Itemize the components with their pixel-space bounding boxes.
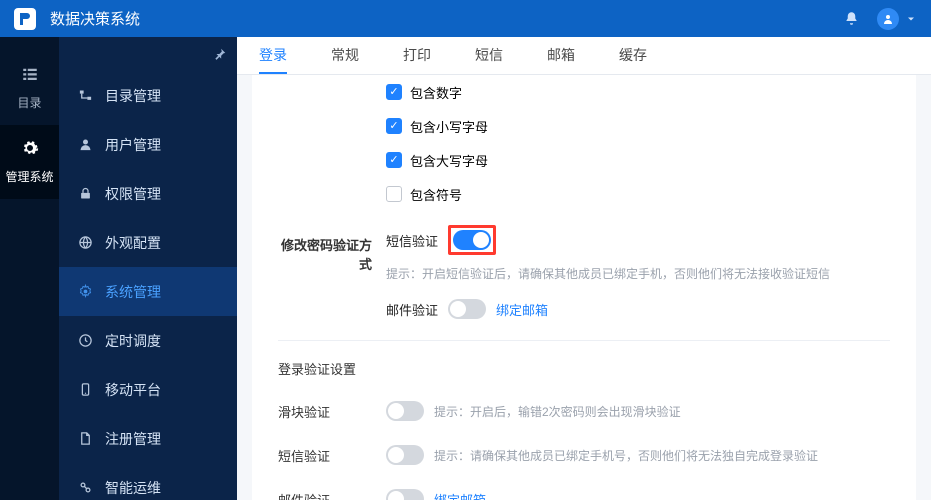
- sidebar-item-ops[interactable]: 智能运维: [59, 463, 237, 500]
- sidebar-item-doc[interactable]: 注册管理: [59, 414, 237, 463]
- clock-icon: [77, 333, 93, 348]
- rail-item-label: 目录: [17, 94, 41, 111]
- checkbox-icon: [386, 152, 402, 168]
- toggle-mail-verify[interactable]: [448, 299, 486, 319]
- tabs: 登录 常规 打印 短信 邮箱 缓存: [237, 37, 931, 75]
- rail-item-directory[interactable]: 目录: [0, 51, 59, 125]
- tab-5[interactable]: 缓存: [619, 37, 647, 74]
- bind-mail-link[interactable]: 绑定邮箱: [496, 300, 548, 319]
- sub-label: 邮件验证: [386, 300, 438, 319]
- gear-icon: [77, 284, 93, 299]
- sub-label: 短信验证: [278, 446, 386, 465]
- mobile-icon: [77, 382, 93, 397]
- checkbox-upper[interactable]: 包含大写字母: [386, 143, 890, 177]
- lock-icon: [77, 186, 93, 201]
- toggle-slider-verify[interactable]: [386, 401, 424, 421]
- sidebar-item-user[interactable]: 用户管理: [59, 120, 237, 169]
- toggle-sms-verify[interactable]: [453, 230, 491, 250]
- rail-item-label: 管理系统: [5, 168, 53, 185]
- sidebar-item-label: 系统管理: [105, 282, 161, 302]
- bind-mail-link[interactable]: 绑定邮箱: [434, 490, 486, 500]
- sub-label: 邮件验证: [278, 490, 386, 500]
- divider: [278, 340, 890, 341]
- tab-1[interactable]: 常规: [331, 37, 359, 74]
- sidebar-item-label: 智能运维: [105, 478, 161, 498]
- avatar-icon: [877, 8, 899, 30]
- bell-icon[interactable]: [844, 11, 859, 26]
- checkbox-label: 包含数字: [410, 83, 462, 102]
- user-menu[interactable]: [877, 8, 917, 30]
- sub-label: 滑块验证: [278, 402, 386, 421]
- rail-item-admin[interactable]: 管理系统: [0, 125, 59, 199]
- row-login-sms: 短信验证 提示：请确保其他成员已绑定手机号，否则他们将无法独自完成登录验证: [278, 438, 890, 472]
- nav-rail: 目录 管理系统: [0, 37, 59, 500]
- settings-panel: 包含数字 包含小写字母 包含大写字母 包含符号 修改密码验证方式: [237, 75, 931, 500]
- sidebar-item-label: 用户管理: [105, 135, 161, 155]
- sidebar-item-label: 目录管理: [105, 86, 161, 106]
- tab-2[interactable]: 打印: [403, 37, 431, 74]
- checkbox-icon: [386, 186, 402, 202]
- list-icon: [21, 65, 39, 88]
- tree-icon: [77, 88, 93, 103]
- sidebar-item-lock[interactable]: 权限管理: [59, 169, 237, 218]
- app-title: 数据决策系统: [50, 8, 826, 29]
- pin-icon[interactable]: [213, 47, 227, 66]
- toggle-login-sms[interactable]: [386, 445, 424, 465]
- hint-text: 提示：请确保其他成员已绑定手机号，否则他们将无法独自完成登录验证: [434, 447, 818, 464]
- topbar: 数据决策系统: [0, 0, 931, 37]
- doc-icon: [77, 431, 93, 446]
- tab-0[interactable]: 登录: [259, 37, 287, 74]
- checkbox-symbol[interactable]: 包含符号: [386, 177, 890, 211]
- sidebar-item-label: 移动平台: [105, 380, 161, 400]
- sidebar-item-label: 权限管理: [105, 184, 161, 204]
- chevron-down-icon: [905, 13, 917, 25]
- row-login-mail: 邮件验证 绑定邮箱: [278, 482, 890, 500]
- sidebar-item-label: 定时调度: [105, 331, 161, 351]
- hint-text: 提示：开启短信验证后，请确保其他成员已绑定手机，否则他们将无法接收验证短信: [386, 265, 830, 282]
- content: 登录 常规 打印 短信 邮箱 缓存 包含数字 包含小写字母 包含大写字母 包含符号: [237, 37, 931, 500]
- row-slider-verify: 滑块验证 提示：开启后，输错2次密码则会出现滑块验证: [278, 394, 890, 428]
- checkbox-icon: [386, 118, 402, 134]
- toggle-login-mail[interactable]: [386, 489, 424, 500]
- sidebar-item-gear[interactable]: 系统管理: [59, 267, 237, 316]
- gear-icon: [21, 139, 39, 162]
- row-pwd-verify-sms: 修改密码验证方式 短信验证 提示：开启短信验证后，请确保其他成员已绑定手机，否则…: [278, 225, 890, 282]
- checkbox-digit[interactable]: 包含数字: [386, 75, 890, 109]
- globe-icon: [77, 235, 93, 250]
- sub-label: 短信验证: [386, 231, 438, 250]
- tab-4[interactable]: 邮箱: [547, 37, 575, 74]
- sidebar-item-globe[interactable]: 外观配置: [59, 218, 237, 267]
- highlight-box: [448, 225, 496, 255]
- app-logo: [14, 8, 36, 30]
- sidebar: 目录管理用户管理权限管理外观配置系统管理定时调度移动平台注册管理智能运维数据连接…: [59, 37, 237, 500]
- tab-3[interactable]: 短信: [475, 37, 503, 74]
- user-icon: [77, 137, 93, 152]
- checkbox-icon: [386, 84, 402, 100]
- group-label: 修改密码验证方式: [278, 235, 386, 273]
- row-pwd-verify-mail: 邮件验证 绑定邮箱: [278, 292, 890, 326]
- checkbox-label: 包含大写字母: [410, 151, 488, 170]
- checkbox-label: 包含符号: [410, 185, 462, 204]
- ops-icon: [77, 480, 93, 495]
- checkbox-label: 包含小写字母: [410, 117, 488, 136]
- sidebar-item-label: 外观配置: [105, 233, 161, 253]
- sidebar-item-label: 注册管理: [105, 429, 161, 449]
- sidebar-item-mobile[interactable]: 移动平台: [59, 365, 237, 414]
- sidebar-item-clock[interactable]: 定时调度: [59, 316, 237, 365]
- hint-text: 提示：开启后，输错2次密码则会出现滑块验证: [434, 403, 681, 420]
- checkbox-lower[interactable]: 包含小写字母: [386, 109, 890, 143]
- section-heading: 登录验证设置: [278, 359, 890, 388]
- sidebar-item-tree[interactable]: 目录管理: [59, 71, 237, 120]
